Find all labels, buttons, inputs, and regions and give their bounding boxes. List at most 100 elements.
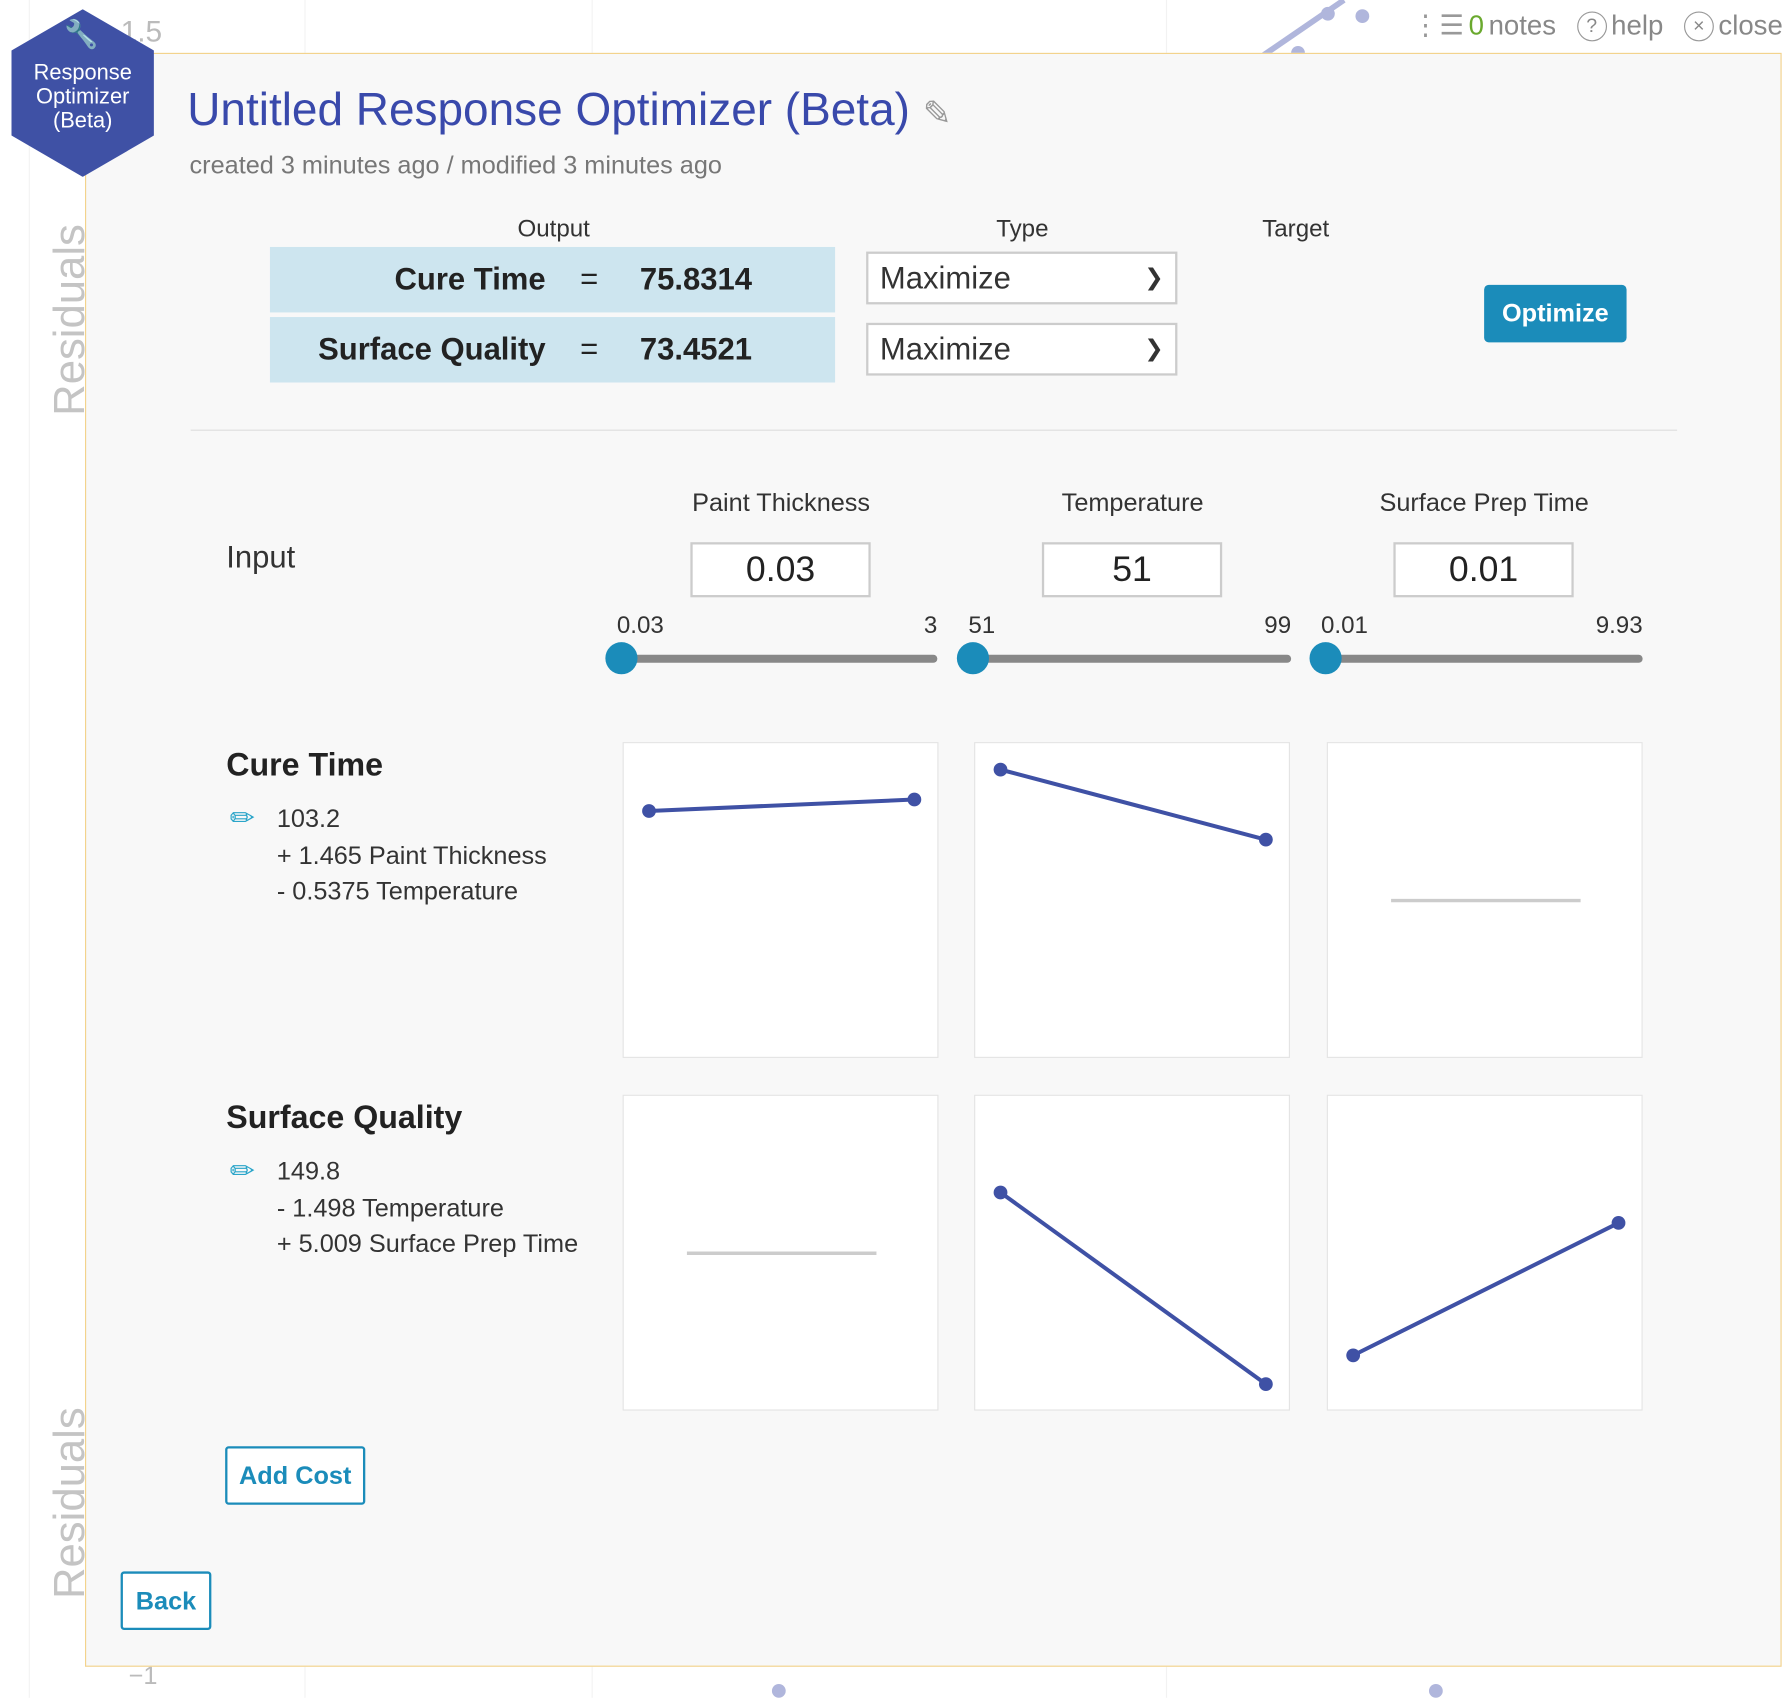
timestamps: created 3 minutes ago / modified 3 minut… [189,150,722,180]
notes-label: notes [1488,9,1557,41]
data-point [1346,1348,1361,1363]
response-line [1000,767,1267,842]
slider-min-label: 0.01 [1321,612,1368,639]
response-name: Surface Quality [226,1099,463,1135]
factor-value-input[interactable]: 51 [1041,542,1223,598]
effect-plot [993,1185,1273,1392]
help-button[interactable]: ? help [1576,9,1664,42]
effect-plot [642,792,922,818]
response-line [999,1190,1268,1386]
equation-term: - 0.5375 Temperature [276,876,519,906]
equation-term: + 1.465 Paint Thickness [276,840,547,869]
slider-max-label: 3 [923,612,938,639]
chevron-down-icon: ❯ [1144,336,1164,362]
data-point [1611,1216,1626,1230]
target-header: Target [1262,215,1330,243]
background-point [1428,1683,1443,1698]
select-value: Maximize [879,260,1011,296]
output-row: Surface Quality = 73.4521 [269,317,836,383]
data-point [993,1185,1008,1200]
background-plot-line [1261,0,1370,58]
type-select-cure-time[interactable]: Maximize ❯ [866,251,1178,305]
notes-count: 0 [1468,9,1484,41]
input-label: Input [226,539,296,575]
effect-chart [1326,1094,1643,1411]
data-point [1258,832,1273,847]
slider-min-label: 51 [968,612,996,639]
select-value: Maximize [879,331,1011,367]
slider-min-label: 0.03 [616,612,664,639]
slider-thumb[interactable] [605,642,638,675]
top-toolbar: ⋮☰ 0 notes ? help × close [1412,9,1783,42]
response-line [648,797,915,814]
background-point [771,1683,786,1698]
data-point [642,804,656,818]
equals-sign: = [580,261,599,297]
type-header: Type [996,215,1049,243]
equation-term: + 5.009 Surface Prep Time [276,1229,579,1258]
type-select-surface-quality[interactable]: Maximize ❯ [866,322,1178,376]
close-button[interactable]: × close [1683,9,1783,42]
list-icon: ⋮☰ [1411,10,1465,42]
response-equation: 103.2 + 1.465 Paint Thickness - 0.5375 T… [277,801,547,910]
effect-plot [1391,898,1581,903]
effect-plot [1346,1216,1626,1363]
effect-chart [622,1094,939,1411]
badge-line: Optimizer [36,85,130,110]
slider-max-label: 99 [1264,612,1292,639]
close-label: close [1718,9,1783,41]
slider-track[interactable] [621,654,938,663]
equation-term: 103.2 [276,804,341,833]
factor-value-input[interactable]: 0.03 [690,542,871,598]
badge-line: Response [33,60,132,86]
effect-chart [1326,742,1643,1058]
pencil-icon[interactable]: ✏︎ [230,1153,255,1189]
slider-thumb[interactable] [956,642,990,675]
badge-label: Response Optimizer (Beta) [11,61,153,133]
pencil-icon[interactable]: ✏︎ [230,801,255,837]
effect-chart [974,742,1290,1058]
factor-header: Surface Prep Time [1379,488,1589,517]
title-text: Untitled Response Optimizer (Beta) [187,85,910,136]
response-name: Cure Time [226,746,384,783]
effect-plot [686,1251,877,1255]
slider-thumb[interactable] [1309,642,1342,675]
equals-sign: = [580,331,599,367]
response-equation: 149.8 - 1.498 Temperature + 5.009 Surfac… [277,1153,578,1262]
effect-plot [993,762,1273,847]
optimize-button[interactable]: Optimize [1484,284,1627,343]
grid-line [28,0,30,1698]
equation-term: 149.8 [276,1156,341,1186]
output-name: Cure Time [394,261,546,297]
close-icon: × [1683,10,1714,41]
wrench-icon: 🔧 [64,19,99,51]
chevron-down-icon: ❯ [1144,265,1164,291]
slider-track[interactable] [1325,654,1643,663]
data-point [993,762,1008,777]
slider-max-label: 9.93 [1595,612,1643,639]
effect-chart [974,1094,1290,1411]
output-value: 75.8314 [639,261,752,297]
factor-header: Paint Thickness [692,488,871,517]
page-title[interactable]: Untitled Response Optimizer (Beta) ✎ [187,85,951,137]
back-button[interactable]: Back [120,1571,212,1631]
help-icon: ? [1576,10,1607,41]
divider [190,429,1678,431]
notes-button[interactable]: ⋮☰ 0 notes [1412,9,1556,42]
response-line [1352,1221,1620,1358]
help-label: help [1611,9,1664,41]
output-value: 73.4521 [639,331,752,367]
data-point [1258,1377,1273,1392]
output-row: Cure Time = 75.8314 [269,246,836,313]
add-cost-button[interactable]: Add Cost [225,1446,366,1505]
output-header: Output [517,215,590,243]
factor-header: Temperature [1061,488,1204,517]
pencil-icon[interactable]: ✎ [923,95,952,133]
effect-chart [622,742,939,1058]
data-point [907,792,922,807]
output-name: Surface Quality [318,331,546,367]
badge-line: (Beta) [52,109,113,134]
slider-track[interactable] [972,654,1292,663]
equation-term: - 1.498 Temperature [276,1192,504,1222]
factor-value-input[interactable]: 0.01 [1393,542,1574,598]
